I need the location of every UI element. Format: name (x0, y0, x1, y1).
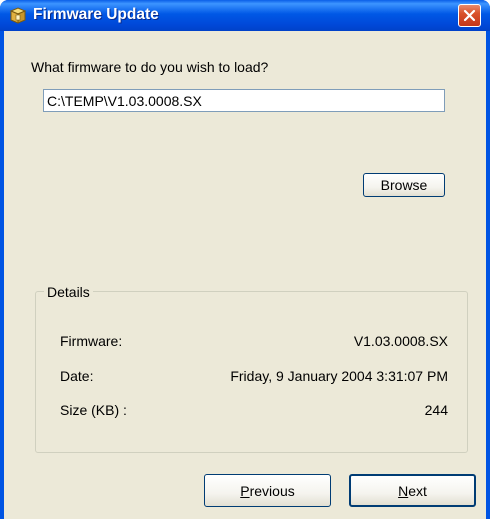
details-legend: Details (44, 284, 93, 300)
firmware-package-icon (9, 7, 27, 24)
previous-label: revious (249, 482, 295, 499)
previous-button[interactable]: Previous (204, 474, 331, 507)
next-label: ext (408, 482, 427, 499)
browse-button[interactable]: Browse (363, 173, 445, 197)
next-accelerator: N (398, 482, 409, 499)
window-title: Firmware Update (33, 6, 159, 23)
size-value: 244 (424, 402, 448, 418)
firmware-prompt: What firmware to do you wish to load? (31, 59, 269, 75)
date-value: Friday, 9 January 2004 3:31:07 PM (230, 368, 448, 384)
firmware-path-input[interactable] (43, 89, 445, 112)
previous-accelerator: P (240, 482, 250, 499)
next-button[interactable]: Next (349, 474, 476, 507)
firmware-update-window: Firmware Update What firmware to do you … (0, 0, 490, 519)
firmware-label: Firmware: (60, 333, 123, 349)
firmware-value: V1.03.0008.SX (353, 333, 448, 349)
date-label: Date: (60, 368, 94, 384)
title-bar[interactable]: Firmware Update (0, 0, 490, 31)
close-icon (463, 9, 476, 22)
close-button[interactable] (458, 4, 481, 27)
size-label: Size (KB) : (60, 402, 127, 418)
